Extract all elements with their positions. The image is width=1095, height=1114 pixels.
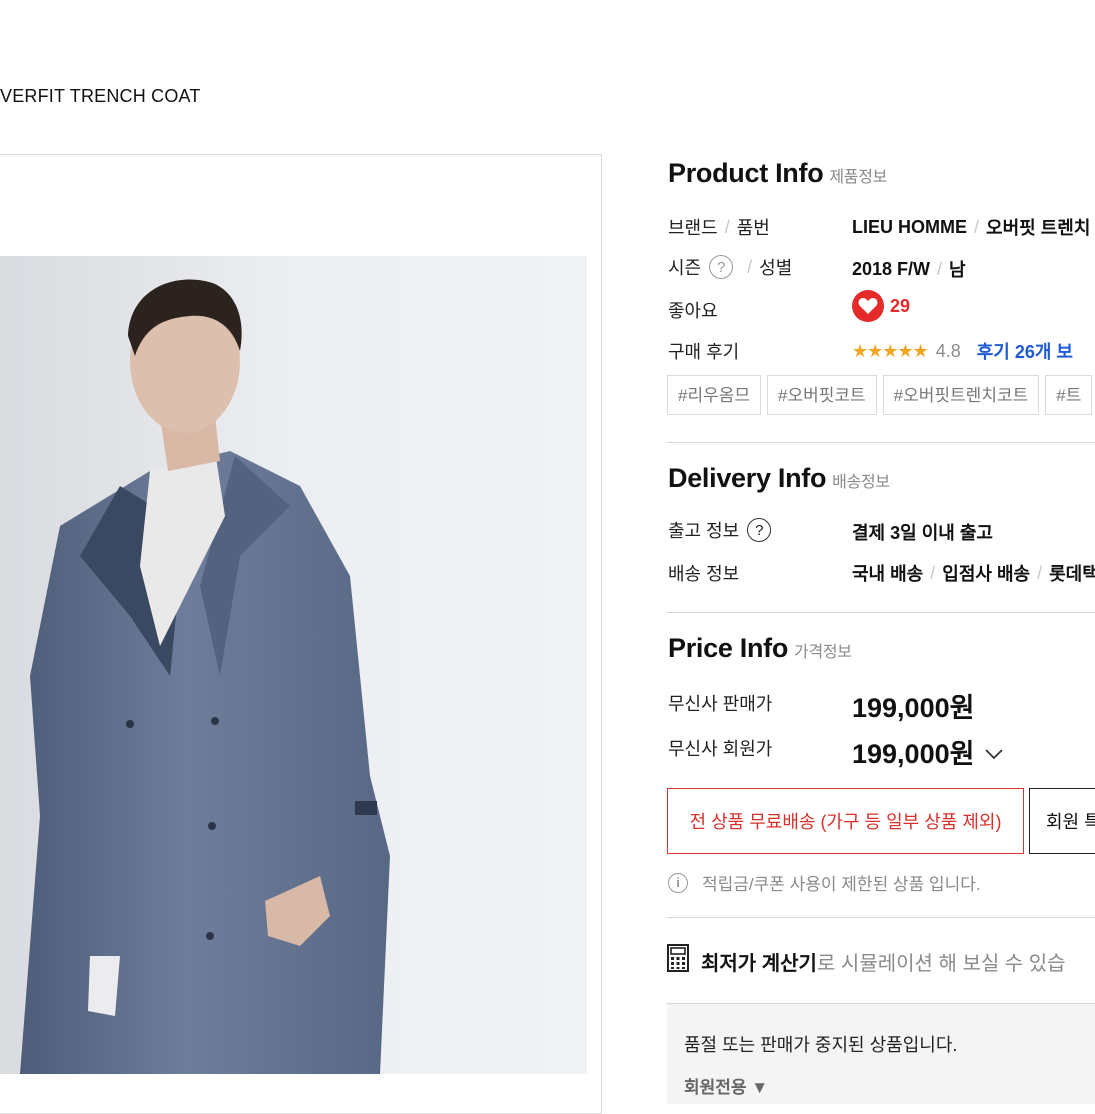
likes-count: 29: [890, 295, 911, 316]
review-value: ★★★★★ 4.8 후기 26개 보: [852, 338, 1073, 364]
free-shipping-button[interactable]: 전 상품 무료배송 (가구 등 일부 상품 제외): [667, 788, 1024, 854]
season-row-label: 시즌 ? / 성별: [668, 254, 792, 280]
delivery-info-subtitle: 배송정보: [832, 474, 890, 491]
divider: [667, 442, 1095, 443]
gender-label: 성별: [759, 258, 793, 278]
item-no-label: 품번: [736, 218, 770, 238]
review-label: 구매 후기: [668, 342, 740, 362]
member-price-row: 199,000원: [852, 732, 1004, 771]
delivery-values: 국내 배송 / 입점사 배송 / 롯데택: [852, 560, 1095, 586]
delivery-label: 배송 정보: [668, 564, 740, 584]
likes-value: 29: [852, 290, 910, 322]
coupon-notice: i 적립금/쿠폰 사용이 제한된 상품 입니다.: [668, 870, 981, 895]
product-info-subtitle: 제품정보: [829, 169, 888, 186]
brand-link[interactable]: LIEU HOMME: [852, 217, 967, 238]
ship-help-icon[interactable]: ?: [747, 518, 772, 542]
brand-row-label: 브랜드 / 품번: [668, 214, 770, 240]
price-info-title: Price Info: [668, 633, 789, 663]
star-rating-icon: ★★★★★: [852, 340, 929, 361]
heart-icon[interactable]: [852, 290, 884, 322]
product-info-title: Product Info: [668, 158, 824, 188]
item-name: 오버핏 트렌치: [986, 218, 1091, 238]
ship-label: 출고 정보: [668, 521, 740, 541]
tag-item[interactable]: #오버핏코트: [767, 375, 877, 415]
sale-price: 199,000원: [852, 693, 975, 723]
delivery-value: 국내 배송: [852, 564, 924, 584]
soldout-text: 품절 또는 판매가 중지된 상품입니다.: [684, 1035, 958, 1055]
ship-value: 결제 3일 이내 출고: [852, 523, 993, 543]
gender-value: 남: [949, 260, 966, 280]
tag-item[interactable]: #리우옴므: [667, 375, 762, 415]
delivery-value: 입점사 배송: [942, 564, 1031, 584]
calculator-icon: [667, 944, 689, 978]
product-photo[interactable]: [0, 256, 587, 1074]
price-calculator[interactable]: 최저가 계산기 로 시뮬레이션 해 보실 수 있습: [667, 944, 1066, 978]
tag-item[interactable]: #오버핏트렌치코트: [882, 375, 1040, 415]
member-benefit-button[interactable]: 회원 특: [1029, 788, 1095, 854]
calculator-label[interactable]: 최저가 계산기: [701, 947, 817, 976]
price-info-subtitle: 가격정보: [794, 644, 852, 661]
season-help-icon[interactable]: ?: [709, 255, 734, 279]
delivery-info-heading: Delivery Info 배송정보: [668, 463, 890, 494]
delivery-value: 롯데택: [1049, 564, 1095, 584]
delivery-info-title: Delivery Info: [668, 463, 827, 493]
chevron-down-icon[interactable]: [984, 736, 1004, 767]
review-link[interactable]: 후기 26개 보: [977, 338, 1073, 364]
info-icon: i: [668, 872, 688, 893]
brand-label: 브랜드: [668, 218, 718, 238]
tag-item[interactable]: #트: [1045, 375, 1093, 415]
rating-value: 4.8: [935, 340, 961, 361]
divider: [667, 612, 1095, 613]
sale-price-label: 무신사 판매가: [668, 694, 773, 714]
coupon-notice-text: 적립금/쿠폰 사용이 제한된 상품 입니다.: [702, 875, 981, 894]
tag-list: #리우옴므 #오버핏코트 #오버핏트렌치코트 #트: [667, 375, 1093, 415]
product-info-heading: Product Info 제품정보: [668, 158, 887, 189]
price-info-heading: Price Info 가격정보: [668, 633, 852, 664]
divider: [667, 917, 1095, 918]
season-value: 2018 F/W: [852, 258, 931, 279]
likes-label: 좋아요: [668, 301, 718, 321]
member-price: 199,000원: [852, 739, 975, 769]
member-only-toggle[interactable]: 회원전용 ▼: [684, 1073, 768, 1098]
member-price-label: 무신사 회원가: [668, 739, 773, 759]
product-title: VERFIT TRENCH COAT: [0, 86, 201, 106]
calculator-desc: 로 시뮬레이션 해 보실 수 있습: [816, 952, 1066, 975]
brand-row-value: LIEU HOMME / 오버핏 트렌치: [852, 214, 1090, 240]
season-label: 시즌: [668, 258, 702, 278]
ship-row-label: 출고 정보 ?: [668, 517, 772, 543]
season-row-value: 2018 F/W / 남: [852, 256, 966, 282]
